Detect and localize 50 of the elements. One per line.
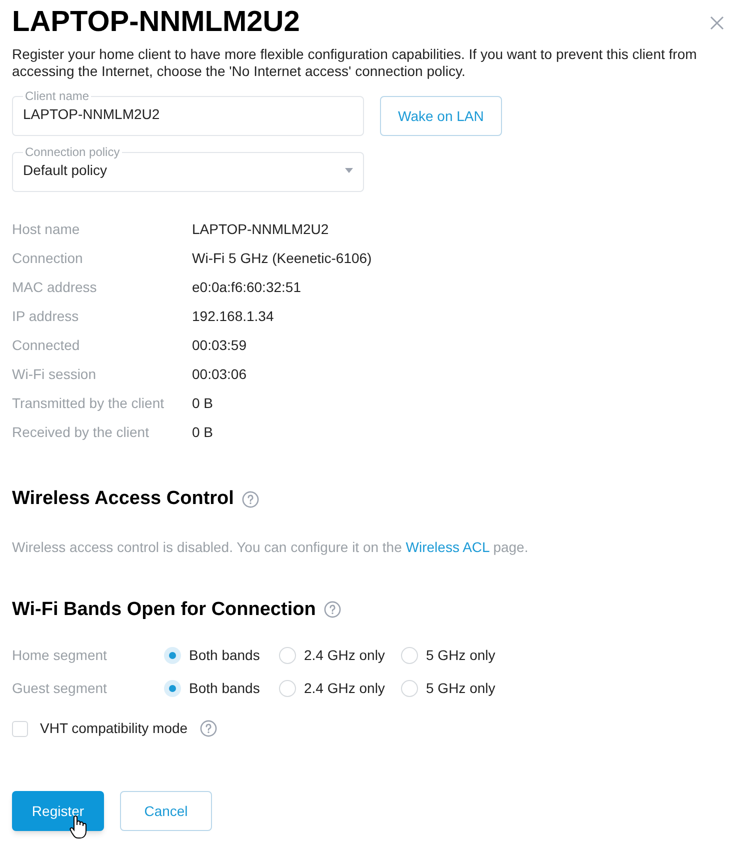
field-label: Client name: [24, 89, 90, 103]
info-value: 0 B: [192, 394, 214, 413]
radio-button[interactable]: [401, 646, 418, 664]
info-value: 00:03:06: [192, 365, 246, 384]
register-button[interactable]: Register: [12, 791, 104, 831]
radio-button[interactable]: [164, 680, 181, 696]
wireless-acl-link[interactable]: Wireless ACL: [406, 538, 490, 554]
description: Register your home client to have more flexible configuration capabilities. If you want to prevent this client from accessing the Internet, choose the 'No Internet access' connection policy.: [12, 46, 698, 80]
info-label: Received by the client: [12, 423, 150, 442]
section-heading: Wireless Access Control: [12, 487, 234, 511]
radio-button[interactable]: [279, 680, 296, 696]
help-icon[interactable]: [242, 490, 259, 508]
info-value: 0 B: [192, 423, 214, 442]
info-label: Host name: [12, 220, 81, 239]
info-value: e0:0a:f6:60:32:51: [192, 278, 301, 297]
info-value: 192.168.1.34: [192, 307, 274, 326]
connection-policy-select[interactable]: Connection policy Default policy: [12, 145, 364, 192]
info-value: 00:03:59: [192, 336, 246, 355]
checkbox-label: VHT compatibility mode: [40, 719, 188, 738]
dropdown-caret-icon: [345, 168, 353, 172]
client-name-field[interactable]: Client name LAPTOP-NNMLM2U2: [12, 89, 364, 136]
field-label: Connection policy: [24, 145, 121, 159]
help-icon[interactable]: [324, 601, 341, 618]
info-label: Connection: [12, 249, 84, 268]
info-value: LAPTOP-NNMLM2U2: [192, 220, 329, 239]
radio-label: 5 GHz only: [426, 646, 496, 665]
info-value: Wi-Fi 5 GHz (Keenetic-6106): [192, 249, 372, 268]
info-label: Connected: [12, 336, 81, 355]
wake-on-lan-button[interactable]: Wake on LAN: [380, 96, 502, 136]
info-label: MAC address: [12, 278, 98, 297]
segment-label: Home segment: [12, 646, 108, 665]
help-icon[interactable]: [200, 720, 217, 737]
radio-button[interactable]: [279, 646, 296, 664]
section-heading: Wi-Fi Bands Open for Connection: [12, 598, 316, 622]
dialog-title: LAPTOP-NNMLM2U2: [12, 5, 300, 40]
radio-label: 2.4 GHz only: [304, 678, 385, 698]
radio-button[interactable]: [401, 680, 418, 696]
segment-label: Guest segment: [12, 678, 108, 698]
close-icon[interactable]: [710, 16, 724, 30]
radio-label: Both bands: [189, 646, 260, 664]
acl-status-text: Wireless access control is disabled. You can configure it on the Wireless ACL page.: [12, 538, 530, 557]
radio-label: Both bands: [189, 678, 260, 698]
radio-label: 5 GHz only: [426, 678, 496, 698]
radio-button[interactable]: [164, 646, 181, 664]
info-label: Transmitted by the client: [12, 394, 165, 413]
info-label: IP address: [12, 307, 80, 326]
checkbox[interactable]: [12, 720, 28, 736]
cancel-button[interactable]: Cancel: [120, 791, 212, 831]
info-label: Wi-Fi session: [12, 365, 98, 384]
radio-label: 2.4 GHz only: [304, 646, 385, 665]
